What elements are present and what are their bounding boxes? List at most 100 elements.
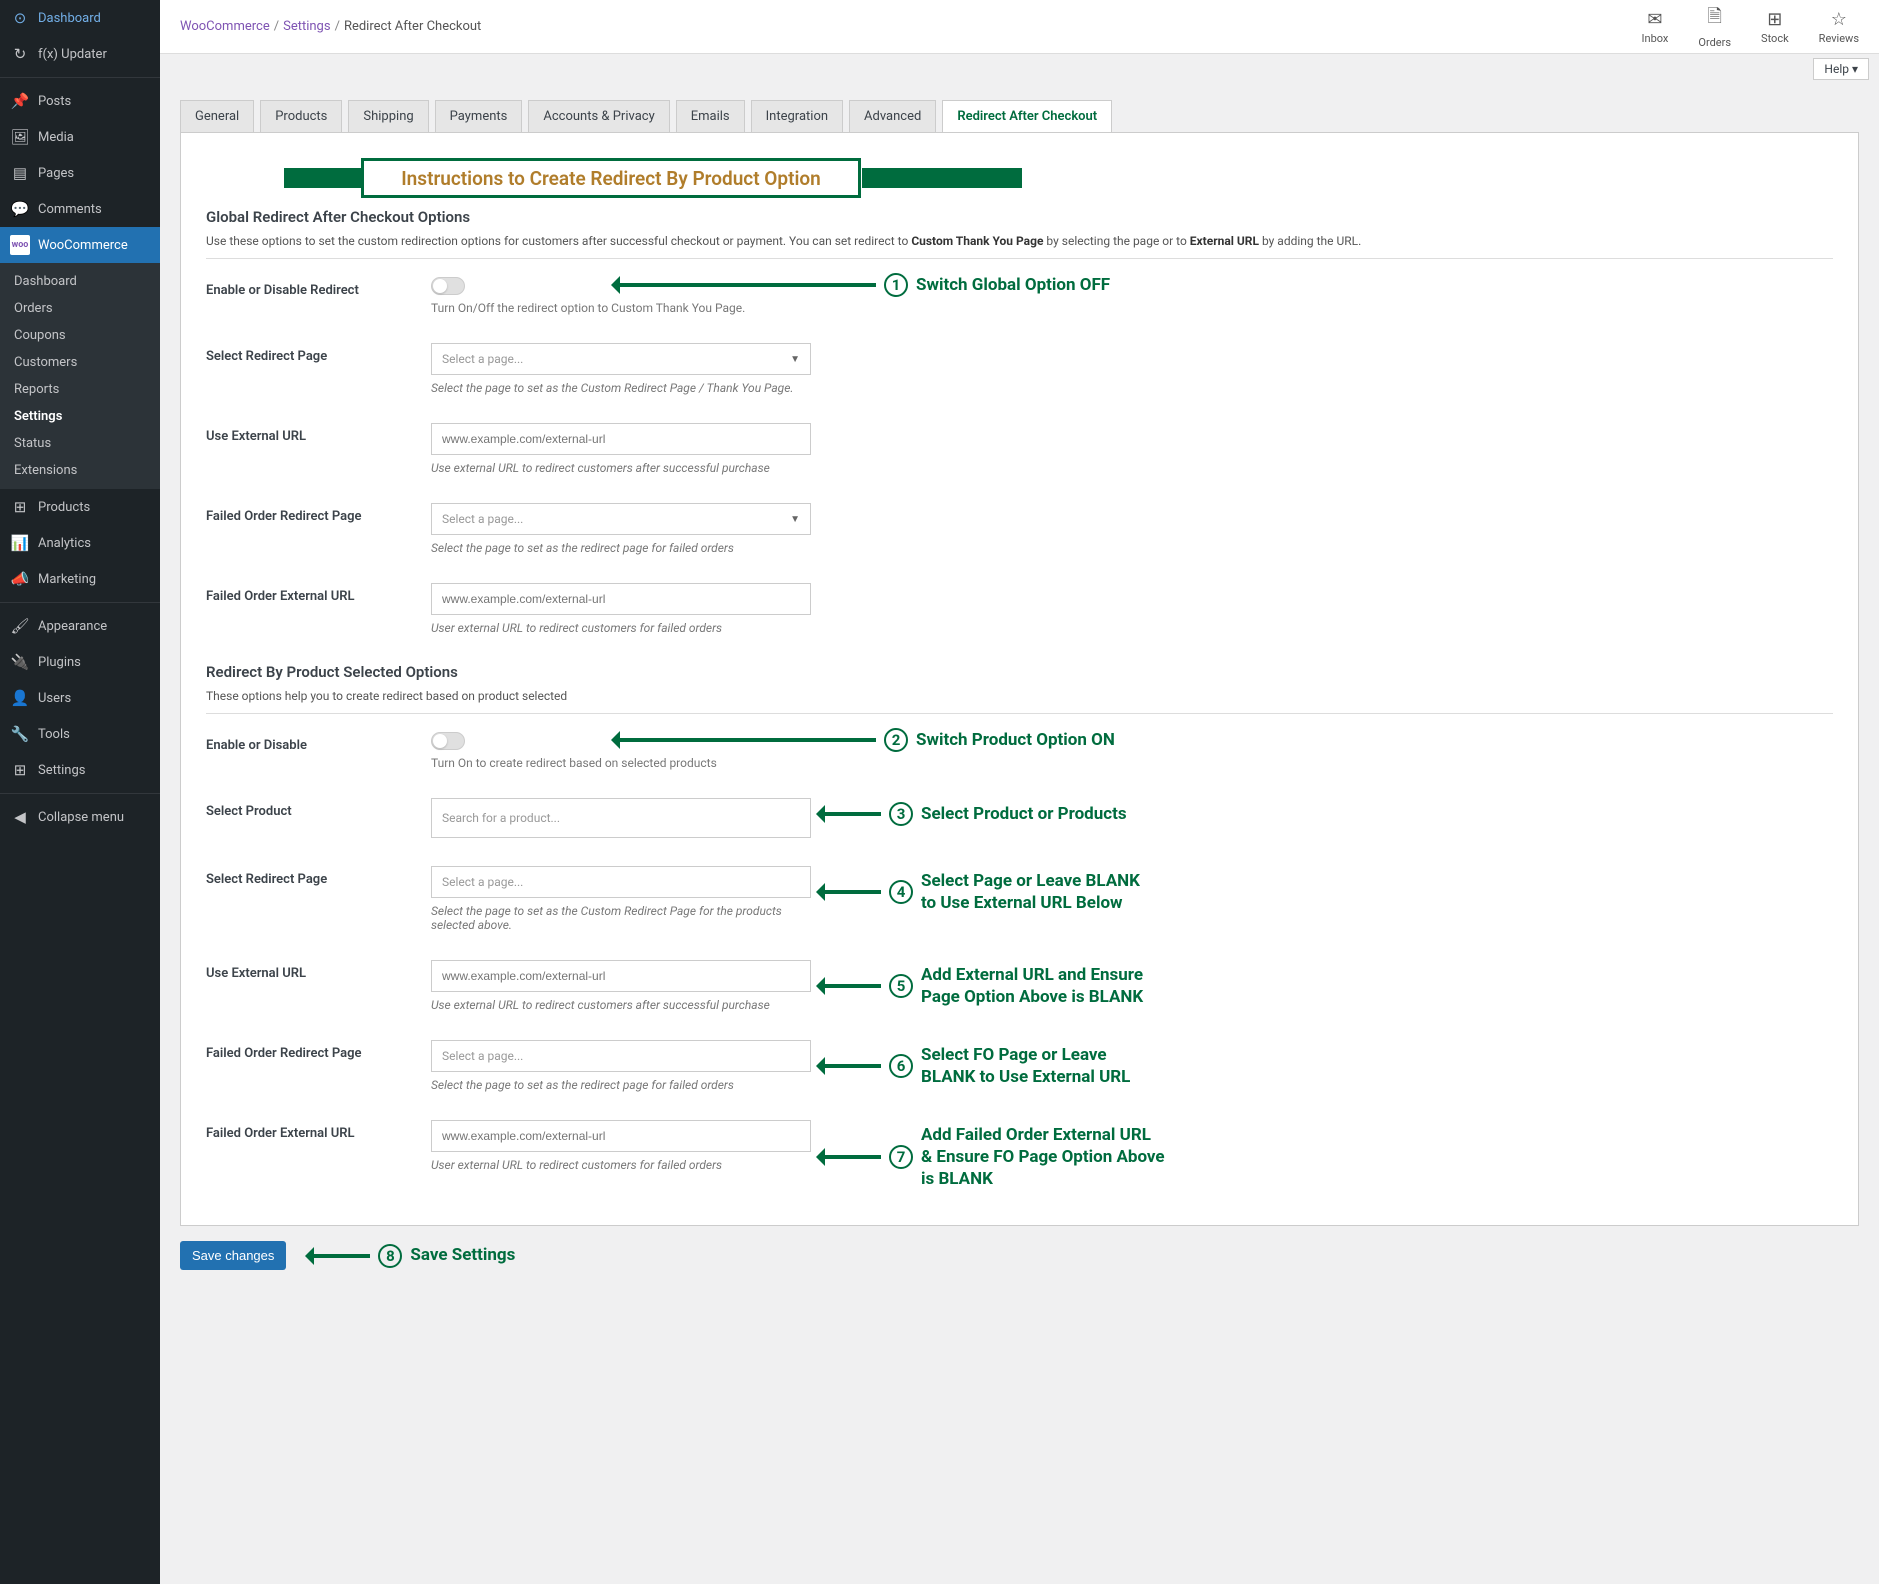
tools-icon: 🔧 xyxy=(10,724,30,744)
users-icon: 👤 xyxy=(10,688,30,708)
select-redirect-page[interactable]: Select a page...▼ xyxy=(431,343,811,375)
input-external-url[interactable] xyxy=(431,423,811,455)
label-product-failed-page: Failed Order Redirect Page xyxy=(206,1040,431,1061)
appearance-icon: 🖌 xyxy=(10,616,30,636)
settings-tabs: General Products Shipping Payments Accou… xyxy=(180,100,1859,132)
annotation-1: 1Switch Global Option OFF xyxy=(616,273,1110,297)
menu-plugins[interactable]: 🔌Plugins xyxy=(0,644,160,680)
breadcrumb-woocommerce[interactable]: WooCommerce xyxy=(180,19,270,34)
annotation-5: 5 Add External URL and EnsurePage Option… xyxy=(821,964,1143,1008)
label-enable-global: Enable or Disable Redirect xyxy=(206,277,431,298)
topicon-reviews[interactable]: ☆Reviews xyxy=(1819,9,1859,45)
select-failed-page[interactable]: Select a page...▼ xyxy=(431,503,811,535)
help-enable-global: Turn On/Off the redirect option to Custo… xyxy=(431,301,811,315)
menu-pages[interactable]: ▤Pages xyxy=(0,155,160,191)
help-product-failed-url: User external URL to redirect customers … xyxy=(431,1158,811,1172)
menu-products[interactable]: ⊞Products xyxy=(0,489,160,525)
submenu-coupons[interactable]: Coupons xyxy=(0,322,160,349)
menu-updater[interactable]: ↻f(x) Updater xyxy=(0,36,160,72)
menu-marketing[interactable]: 📣Marketing xyxy=(0,561,160,597)
tab-general[interactable]: General xyxy=(180,100,254,132)
menu-users[interactable]: 👤Users xyxy=(0,680,160,716)
page-icon: ▤ xyxy=(10,163,30,183)
tab-emails[interactable]: Emails xyxy=(676,100,745,132)
inbox-icon: ✉ xyxy=(1642,9,1669,30)
tab-shipping[interactable]: Shipping xyxy=(348,100,428,132)
label-failed-page: Failed Order Redirect Page xyxy=(206,503,431,524)
help-failed-url: User external URL to redirect customers … xyxy=(431,621,811,635)
submenu-dashboard[interactable]: Dashboard xyxy=(0,268,160,295)
help-product-failed-page: Select the page to set as the redirect p… xyxy=(431,1078,811,1092)
submenu-customers[interactable]: Customers xyxy=(0,349,160,376)
media-icon: 🖼 xyxy=(10,127,30,147)
product-section-title: Redirect By Product Selected Options xyxy=(206,663,1833,681)
select-product-redirect-page[interactable]: Select a page... xyxy=(431,866,811,898)
help-redirect-page: Select the page to set as the Custom Red… xyxy=(431,381,811,395)
submenu-orders[interactable]: Orders xyxy=(0,295,160,322)
orders-icon: 🗎 xyxy=(1698,4,1731,34)
products-icon: ⊞ xyxy=(10,497,30,517)
breadcrumb-current: Redirect After Checkout xyxy=(344,19,481,34)
tab-accounts[interactable]: Accounts & Privacy xyxy=(528,100,669,132)
topicon-orders[interactable]: 🗎Orders xyxy=(1698,4,1731,49)
comment-icon: 💬 xyxy=(10,199,30,219)
submenu-settings[interactable]: Settings xyxy=(0,403,160,430)
select-product-failed-page[interactable]: Select a page... xyxy=(431,1040,811,1072)
input-product-external-url[interactable] xyxy=(431,960,811,992)
instruction-title: Instructions to Create Redirect By Produ… xyxy=(361,158,861,198)
menu-settings[interactable]: ⊞Settings xyxy=(0,752,160,788)
topicon-inbox[interactable]: ✉Inbox xyxy=(1642,9,1669,45)
toggle-enable-global[interactable] xyxy=(431,277,465,295)
breadcrumb: WooCommerce/Settings/Redirect After Chec… xyxy=(180,19,481,34)
product-section-desc: These options help you to create redirec… xyxy=(206,689,1833,714)
menu-appearance[interactable]: 🖌Appearance xyxy=(0,608,160,644)
menu-tools[interactable]: 🔧Tools xyxy=(0,716,160,752)
tab-redirect[interactable]: Redirect After Checkout xyxy=(942,100,1112,132)
refresh-icon: ↻ xyxy=(10,44,30,64)
menu-dashboard[interactable]: ⊙Dashboard xyxy=(0,0,160,36)
menu-media[interactable]: 🖼Media xyxy=(0,119,160,155)
tab-payments[interactable]: Payments xyxy=(435,100,523,132)
annotation-7: 7 Add Failed Order External URL& Ensure … xyxy=(821,1124,1165,1190)
label-enable-product: Enable or Disable xyxy=(206,732,431,753)
help-tab[interactable]: Help ▾ xyxy=(1813,58,1869,80)
woocommerce-icon: woo xyxy=(10,235,30,255)
global-section-desc: Use these options to set the custom redi… xyxy=(206,234,1833,259)
breadcrumb-settings[interactable]: Settings xyxy=(283,19,330,34)
label-product-external-url: Use External URL xyxy=(206,960,431,981)
menu-posts[interactable]: 📌Posts xyxy=(0,83,160,119)
annotation-4: 4 Select Page or Leave BLANKto Use Exter… xyxy=(821,870,1140,914)
chevron-down-icon: ▼ xyxy=(790,354,800,365)
input-product-failed-url[interactable] xyxy=(431,1120,811,1152)
select-product[interactable]: Search for a product... xyxy=(431,798,811,838)
toggle-enable-product[interactable] xyxy=(431,732,465,750)
topicon-stock[interactable]: ⊞Stock xyxy=(1761,9,1789,45)
plugin-icon: 🔌 xyxy=(10,652,30,672)
menu-woocommerce[interactable]: wooWooCommerce xyxy=(0,227,160,263)
menu-analytics[interactable]: 📊Analytics xyxy=(0,525,160,561)
submenu-extensions[interactable]: Extensions xyxy=(0,457,160,484)
help-enable-product: Turn On to create redirect based on sele… xyxy=(431,756,811,770)
tab-integration[interactable]: Integration xyxy=(751,100,843,132)
tab-products[interactable]: Products xyxy=(260,100,342,132)
marketing-icon: 📣 xyxy=(10,569,30,589)
submenu-status[interactable]: Status xyxy=(0,430,160,457)
help-external-url: Use external URL to redirect customers a… xyxy=(431,461,811,475)
tab-advanced[interactable]: Advanced xyxy=(849,100,936,132)
label-product-redirect-page: Select Redirect Page xyxy=(206,866,431,887)
input-failed-url[interactable] xyxy=(431,583,811,615)
submenu-reports[interactable]: Reports xyxy=(0,376,160,403)
annotation-8: 8Save Settings xyxy=(296,1244,515,1268)
menu-comments[interactable]: 💬Comments xyxy=(0,191,160,227)
help-failed-page: Select the page to set as the redirect p… xyxy=(431,541,811,555)
chevron-down-icon: ▼ xyxy=(790,514,800,525)
save-button[interactable]: Save changes xyxy=(180,1241,286,1270)
help-product-external-url: Use external URL to redirect customers a… xyxy=(431,998,811,1012)
star-icon: ☆ xyxy=(1819,9,1859,30)
menu-collapse[interactable]: ◀Collapse menu xyxy=(0,799,160,835)
help-product-redirect-page: Select the page to set as the Custom Red… xyxy=(431,904,811,932)
dashboard-icon: ⊙ xyxy=(10,8,30,28)
stock-icon: ⊞ xyxy=(1761,9,1789,30)
topbar: WooCommerce/Settings/Redirect After Chec… xyxy=(160,0,1879,54)
annotation-2: 2Switch Product Option ON xyxy=(616,728,1115,752)
